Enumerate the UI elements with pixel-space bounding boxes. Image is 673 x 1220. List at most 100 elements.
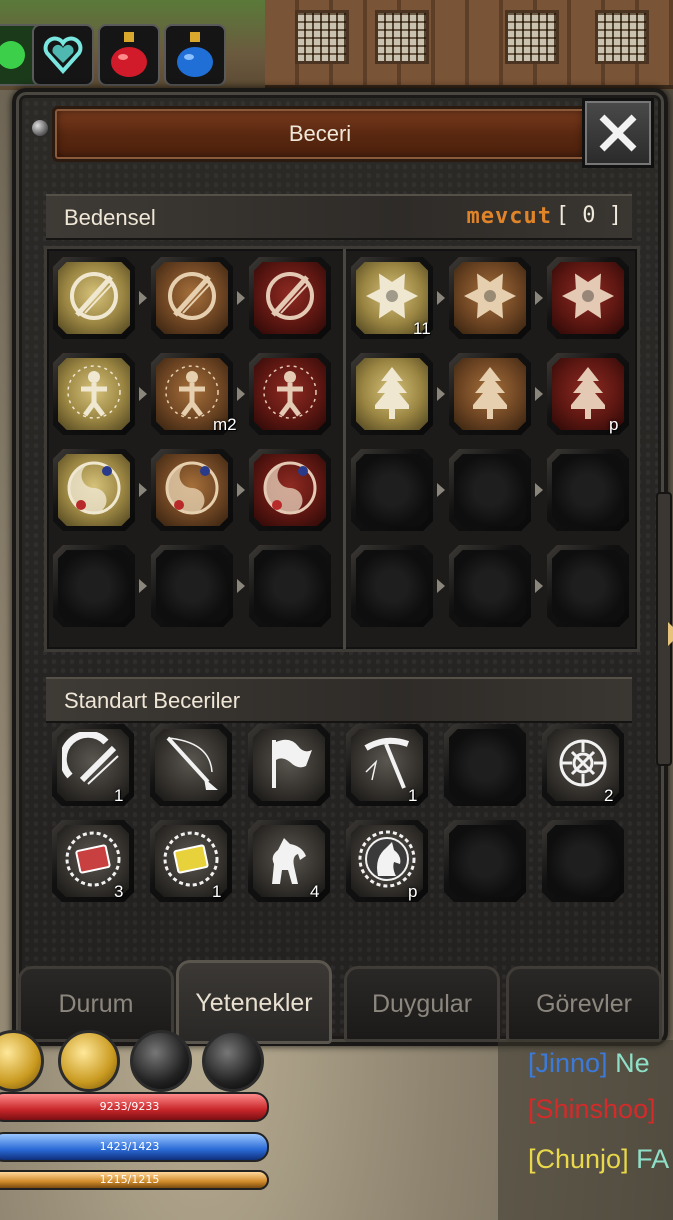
skill-level-label: 1 [408, 786, 418, 805]
empty-skill-slot[interactable] [547, 545, 629, 627]
blade-stance-icon [63, 265, 125, 331]
blade-stance-icon [161, 265, 223, 331]
upgrade-arrow-icon [437, 579, 445, 593]
hp-value: 9233/9233 [99, 1100, 160, 1113]
empty-skill-slot[interactable] [151, 545, 233, 627]
blade-stance-icon [259, 265, 321, 331]
background-building [265, 0, 673, 89]
upgrade-arrow-icon [237, 579, 245, 593]
upgrade-arrow-icon [237, 483, 245, 497]
starburst-icon [459, 265, 521, 331]
empty-skill-slot[interactable] [449, 545, 531, 627]
yin-yang-icon [259, 457, 321, 523]
skill-level-label: 11 [413, 319, 431, 338]
upgrade-arrow-icon [535, 579, 543, 593]
tab-gorevler[interactable]: Görevler [506, 966, 662, 1042]
close-button[interactable] [582, 98, 654, 168]
chat-sender: [Shinshoo] [528, 1094, 656, 1124]
upgrade-arrow-icon [437, 483, 445, 497]
skill-slot[interactable] [249, 257, 331, 339]
skill-slot[interactable] [248, 724, 330, 806]
empty-skill-slot[interactable] [53, 545, 135, 627]
skill-level-label: m2 [213, 415, 237, 434]
skill-level-label: 1 [114, 786, 124, 805]
upgrade-arrow-icon [139, 291, 147, 305]
upgrade-arrow-icon [139, 387, 147, 401]
skill-slot[interactable] [351, 353, 433, 435]
skill-level-label: 4 [310, 882, 320, 901]
red-potion-icon[interactable] [98, 24, 160, 86]
chat-sender: [Jinno] [528, 1048, 608, 1078]
skill-slot[interactable] [53, 353, 135, 435]
close-icon [599, 114, 637, 152]
chat-window[interactable]: [Jinno] Ne [Shinshoo] [Chunjo] FA [498, 1040, 673, 1220]
skill-slot[interactable] [53, 257, 135, 339]
expand-arrow-icon[interactable] [668, 622, 673, 646]
yin-yang-icon [63, 457, 125, 523]
skill-level-label: p [408, 882, 418, 901]
skill-slot[interactable] [449, 353, 531, 435]
tab-yetenekler[interactable]: Yetenekler [176, 960, 332, 1044]
pine-sword-icon [361, 361, 423, 427]
empty-skill-slot[interactable] [542, 820, 624, 902]
empty-skill-slot[interactable] [444, 724, 526, 806]
upgrade-arrow-icon [535, 387, 543, 401]
hud-dark-orb-icon[interactable] [202, 1030, 264, 1092]
skill-slot[interactable] [249, 353, 331, 435]
skill-slot[interactable] [449, 257, 531, 339]
aura-figure-icon [259, 361, 321, 427]
skill-points-label: mevcut [466, 204, 552, 229]
chat-line: [Shinshoo] [528, 1094, 656, 1125]
skill-slot[interactable] [151, 257, 233, 339]
aura-figure-icon [63, 361, 125, 427]
empty-skill-slot[interactable] [444, 820, 526, 902]
skill-slot[interactable] [53, 449, 135, 531]
hud-gold-orb-icon[interactable] [58, 1030, 120, 1092]
empty-skill-slot[interactable] [249, 545, 331, 627]
skill-grid: 11 m2 p [44, 246, 640, 652]
empty-skill-slot[interactable] [547, 449, 629, 531]
skill-level-label: 1 [212, 882, 222, 901]
upgrade-arrow-icon [437, 387, 445, 401]
skill-window: Beceri Bedensel mevcut [ 0 ] 11 m2 p Stand… [12, 88, 673, 1046]
upgrade-arrow-icon [139, 483, 147, 497]
window-titlebar[interactable]: Beceri [52, 106, 588, 162]
heart-buff-icon[interactable] [32, 24, 94, 86]
hud-dark-orb-icon[interactable] [130, 1030, 192, 1092]
empty-skill-slot[interactable] [351, 545, 433, 627]
tab-bar: Durum Yetenekler Duygular Görevler [16, 960, 664, 1044]
stamina-value: 1215/1215 [99, 1173, 160, 1186]
skill-grid-divider [343, 249, 346, 649]
upgrade-arrow-icon [139, 579, 147, 593]
standard-skill-grid: 1 1 2 3 1 4 p [44, 724, 634, 914]
fishing-rod-icon [160, 732, 222, 798]
stamina-bar: 1215/1215 [0, 1170, 269, 1190]
chat-sender: [Chunjo] [528, 1144, 629, 1174]
mp-value: 1423/1423 [99, 1140, 160, 1153]
blue-potion-icon[interactable] [164, 24, 226, 86]
upgrade-arrow-icon [237, 387, 245, 401]
starburst-icon [557, 265, 619, 331]
skills-section-header: Bedensel mevcut [ 0 ] [46, 194, 632, 240]
upgrade-arrow-icon [535, 291, 543, 305]
upgrade-arrow-icon [437, 291, 445, 305]
chat-line: [Jinno] Ne [528, 1048, 650, 1079]
flag-icon [258, 732, 320, 798]
tab-duygular[interactable]: Duygular [344, 966, 500, 1042]
skill-level-label: 3 [114, 882, 124, 901]
yin-yang-icon [161, 457, 223, 523]
skill-slot[interactable] [150, 724, 232, 806]
skill-level-label: p [609, 415, 619, 434]
skill-slot[interactable] [249, 449, 331, 531]
standard-section-title: Standart Beceriler [64, 688, 241, 713]
chat-message: FA [628, 1144, 670, 1174]
upgrade-arrow-icon [535, 483, 543, 497]
pine-sword-icon [459, 361, 521, 427]
window-title: Beceri [288, 121, 352, 146]
skills-section-title: Bedensel [64, 205, 156, 230]
skill-slot[interactable] [151, 449, 233, 531]
empty-skill-slot[interactable] [449, 449, 531, 531]
standard-section-header: Standart Beceriler [46, 677, 632, 723]
skill-slot[interactable] [547, 257, 629, 339]
empty-skill-slot[interactable] [351, 449, 433, 531]
